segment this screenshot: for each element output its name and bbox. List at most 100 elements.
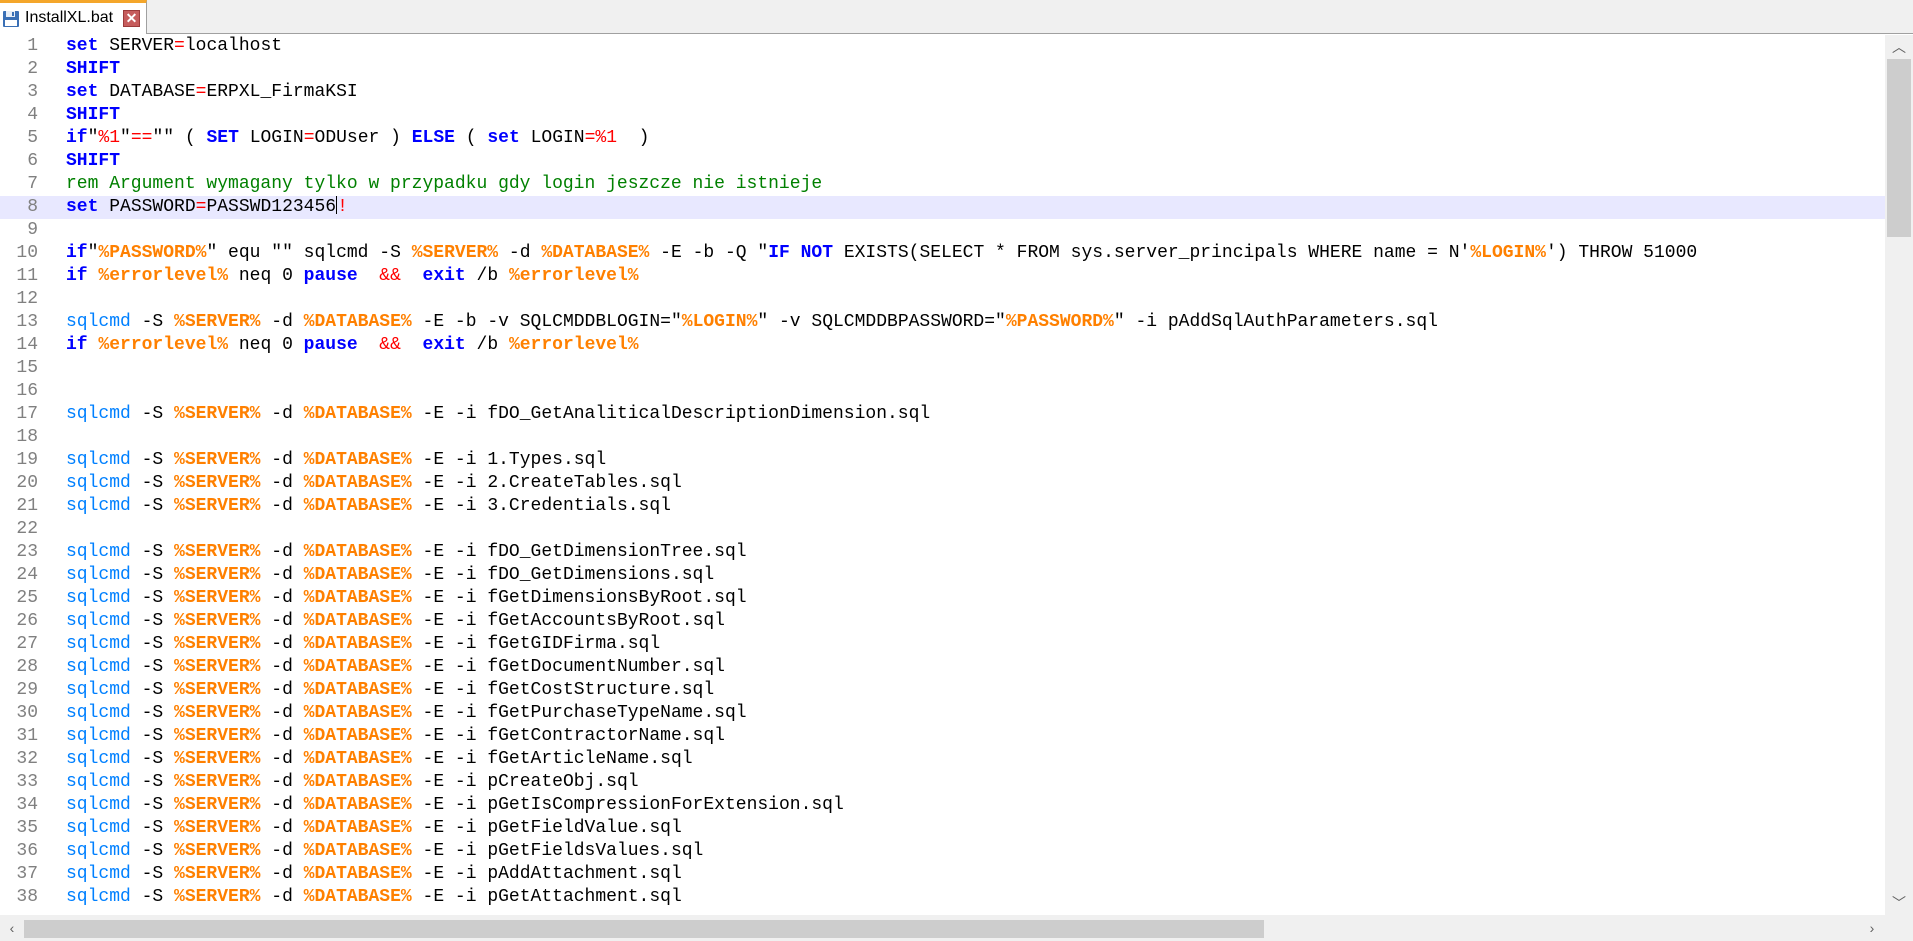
code-line[interactable]: 27 sqlcmd -S %SERVER% -d %DATABASE% -E -i… (0, 633, 1885, 656)
code-token: %DATABASE% (303, 818, 412, 838)
code-token: " (87, 128, 99, 148)
code-token: -d (271, 565, 304, 585)
line-number: 36 (16, 841, 38, 861)
code-token: sqlcmd (66, 657, 131, 677)
code-token: -d (271, 818, 304, 838)
code-line[interactable]: 22 (0, 518, 1885, 541)
line-number: 30 (16, 703, 38, 723)
code-line[interactable]: 32 sqlcmd -S %SERVER% -d %DATABASE% -E -i… (0, 748, 1885, 771)
code-line[interactable]: 23 sqlcmd -S %SERVER% -d %DATABASE% -E -i… (0, 541, 1885, 564)
code-line[interactable]: 7 rem Argument wymagany tylko w przypadku… (0, 173, 1885, 196)
code-token: set (66, 197, 99, 217)
code-token: sqlcmd (66, 841, 131, 861)
code-line[interactable]: 14 if %errorlevel% neq 0 pause && exit /b… (0, 334, 1885, 357)
tab-label: InstallXL.bat (25, 9, 114, 26)
close-icon[interactable]: ✕ (123, 10, 140, 27)
code-line[interactable]: 3 set DATABASE=ERPXL_FirmaKSI (0, 81, 1885, 104)
scroll-left-icon[interactable]: ‹ (0, 915, 24, 941)
code-token: sqlcmd (66, 404, 131, 424)
code-line[interactable]: 38 sqlcmd -S %SERVER% -d %DATABASE% -E -i… (0, 886, 1885, 909)
code-token: %SERVER% (174, 703, 261, 723)
code-line[interactable]: 33 sqlcmd -S %SERVER% -d %DATABASE% -E -i… (0, 771, 1885, 794)
floppy-disk-icon (3, 11, 19, 27)
code-line[interactable]: 1 set SERVER=localhost (0, 35, 1885, 58)
code-line[interactable]: 9 (0, 219, 1885, 242)
code-token: rem Argument wymagany tylko w przypadku … (66, 174, 823, 194)
code-line[interactable]: 13 sqlcmd -S %SERVER% -d %DATABASE% -E -b… (0, 311, 1885, 334)
code-line[interactable]: 34 sqlcmd -S %SERVER% -d %DATABASE% -E -i… (0, 794, 1885, 817)
code-token: sqlcmd (66, 795, 131, 815)
code-line[interactable]: 11 if %errorlevel% neq 0 pause && exit /b… (0, 265, 1885, 288)
code-token: sqlcmd (66, 473, 131, 493)
line-number: 11 (16, 266, 38, 286)
code-line[interactable]: 2 SHIFT (0, 58, 1885, 81)
code-line[interactable]: 18 (0, 426, 1885, 449)
code-token: %DATABASE% (303, 887, 412, 907)
code-line[interactable]: 10 if"%PASSWORD%" equ "" sqlcmd -S %SERVE… (0, 242, 1885, 265)
line-number: 23 (16, 542, 38, 562)
horizontal-scrollbar[interactable]: ‹ › (0, 915, 1885, 941)
code-line[interactable]: 12 (0, 288, 1885, 311)
vertical-scroll-thumb[interactable] (1887, 59, 1911, 237)
code-line[interactable]: 28 sqlcmd -S %SERVER% -d %DATABASE% -E -i… (0, 656, 1885, 679)
line-code: sqlcmd -S %SERVER% -d %DATABASE% -E -i f… (66, 403, 930, 426)
code-token: -E -i fGetAccountsByRoot.sql (422, 611, 725, 631)
line-number: 1 (27, 36, 38, 56)
code-editor[interactable]: 1 set SERVER=localhost 2 SHIFT 3 set DATABASE… (0, 35, 1885, 915)
code-line[interactable]: 8 set PASSWORD=PASSWD123456! (0, 196, 1885, 219)
code-line[interactable]: 24 sqlcmd -S %SERVER% -d %DATABASE% -E -i… (0, 564, 1885, 587)
code-line[interactable]: 4 SHIFT (0, 104, 1885, 127)
code-token: SERVER (109, 36, 175, 56)
code-token: -S (141, 404, 175, 424)
code-token: && (379, 335, 401, 355)
scroll-down-icon[interactable]: ﹀ (1885, 891, 1913, 915)
code-token: ( (465, 128, 488, 148)
code-token: %DATABASE% (303, 703, 412, 723)
code-token: %DATABASE% (303, 772, 412, 792)
line-number: 37 (16, 864, 38, 884)
code-token: -E -i fDO_GetDimensionTree.sql (422, 542, 747, 562)
line-number: 7 (27, 174, 38, 194)
code-token: -E -i fGetGIDFirma.sql (422, 634, 661, 654)
line-code: if %errorlevel% neq 0 pause && exit /b %… (66, 334, 639, 357)
code-line[interactable]: 37 sqlcmd -S %SERVER% -d %DATABASE% -E -i… (0, 863, 1885, 886)
code-token: -E -i pGetIsCompressionForExtension.sql (422, 795, 844, 815)
code-line[interactable]: 5 if"%1"=="" ( SET LOGIN=ODUser ) ELSE ( … (0, 127, 1885, 150)
code-token: -d (271, 611, 304, 631)
scroll-right-icon[interactable]: › (1860, 915, 1884, 941)
code-token: -d (271, 404, 304, 424)
line-code: sqlcmd -S %SERVER% -d %DATABASE% -E -i p… (66, 771, 639, 794)
code-token: " -v SQLCMDDBPASSWORD=" (757, 312, 1006, 332)
code-token: exit (422, 335, 466, 355)
code-line[interactable]: 31 sqlcmd -S %SERVER% -d %DATABASE% -E -i… (0, 725, 1885, 748)
code-line[interactable]: 19 sqlcmd -S %SERVER% -d %DATABASE% -E -i… (0, 449, 1885, 472)
code-line[interactable]: 21 sqlcmd -S %SERVER% -d %DATABASE% -E -i… (0, 495, 1885, 518)
line-code: set DATABASE=ERPXL_FirmaKSI (66, 81, 358, 104)
horizontal-scroll-thumb[interactable] (24, 920, 1264, 938)
code-token: -E -i pAddAttachment.sql (422, 864, 682, 884)
line-number: 34 (16, 795, 38, 815)
code-line[interactable]: 15 (0, 357, 1885, 380)
scroll-up-icon[interactable]: ︿ (1885, 35, 1913, 59)
code-line[interactable]: 26 sqlcmd -S %SERVER% -d %DATABASE% -E -i… (0, 610, 1885, 633)
code-token: -E -i fDO_GetDimensions.sql (422, 565, 715, 585)
code-token: EXISTS(SELECT * FROM sys.server_principa… (843, 243, 1471, 263)
vertical-scrollbar[interactable]: ︿ ﹀ (1885, 35, 1913, 915)
code-line[interactable]: 25 sqlcmd -S %SERVER% -d %DATABASE% -E -i… (0, 587, 1885, 610)
line-number: 19 (16, 450, 38, 470)
tab-installxl[interactable]: InstallXL.bat ✕ (0, 0, 147, 34)
code-token: %SERVER% (174, 887, 261, 907)
code-line[interactable]: 29 sqlcmd -S %SERVER% -d %DATABASE% -E -i… (0, 679, 1885, 702)
line-number: 17 (16, 404, 38, 424)
code-line[interactable]: 17 sqlcmd -S %SERVER% -d %DATABASE% -E -i… (0, 403, 1885, 426)
code-line[interactable]: 6 SHIFT (0, 150, 1885, 173)
code-line[interactable]: 36 sqlcmd -S %SERVER% -d %DATABASE% -E -i… (0, 840, 1885, 863)
code-line[interactable]: 35 sqlcmd -S %SERVER% -d %DATABASE% -E -i… (0, 817, 1885, 840)
code-line[interactable]: 16 (0, 380, 1885, 403)
line-number: 20 (16, 473, 38, 493)
code-line[interactable]: 30 sqlcmd -S %SERVER% -d %DATABASE% -E -i… (0, 702, 1885, 725)
code-token: -E -i fDO_GetAnaliticalDescriptionDimens… (422, 404, 931, 424)
code-token: %SERVER% (174, 496, 261, 516)
code-line[interactable]: 20 sqlcmd -S %SERVER% -d %DATABASE% -E -i… (0, 472, 1885, 495)
code-token: neq 0 (238, 266, 304, 286)
